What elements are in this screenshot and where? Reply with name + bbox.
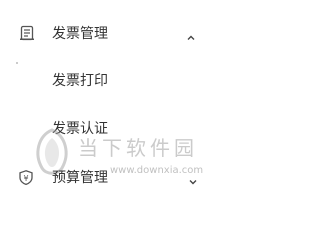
- svg-text:¥: ¥: [23, 174, 28, 183]
- section-label-invoice-management: 发票管理: [52, 26, 108, 42]
- sidebar-menu: 发票管理 发票打印 发票认证 当下软件园 www.downxia.com ¥ 预…: [0, 0, 215, 203]
- chevron-up-icon[interactable]: [186, 28, 196, 40]
- sidebar-item-label: 发票认证: [52, 121, 108, 137]
- section-header-invoice-management[interactable]: 发票管理: [0, 18, 215, 48]
- chevron-down-icon[interactable]: [188, 172, 198, 185]
- section-label-budget-management: 预算管理: [52, 170, 108, 186]
- budget-shield-icon: ¥: [19, 170, 33, 186]
- sidebar-item-label: 发票打印: [52, 73, 108, 89]
- sidebar-item-invoice-print[interactable]: 发票打印: [52, 68, 192, 92]
- sidebar-item-invoice-verification[interactable]: 发票认证: [52, 116, 192, 140]
- section-header-budget-management[interactable]: ¥ 预算管理: [0, 166, 215, 188]
- invoice-icon: [19, 25, 35, 41]
- decorative-dot: [16, 62, 18, 64]
